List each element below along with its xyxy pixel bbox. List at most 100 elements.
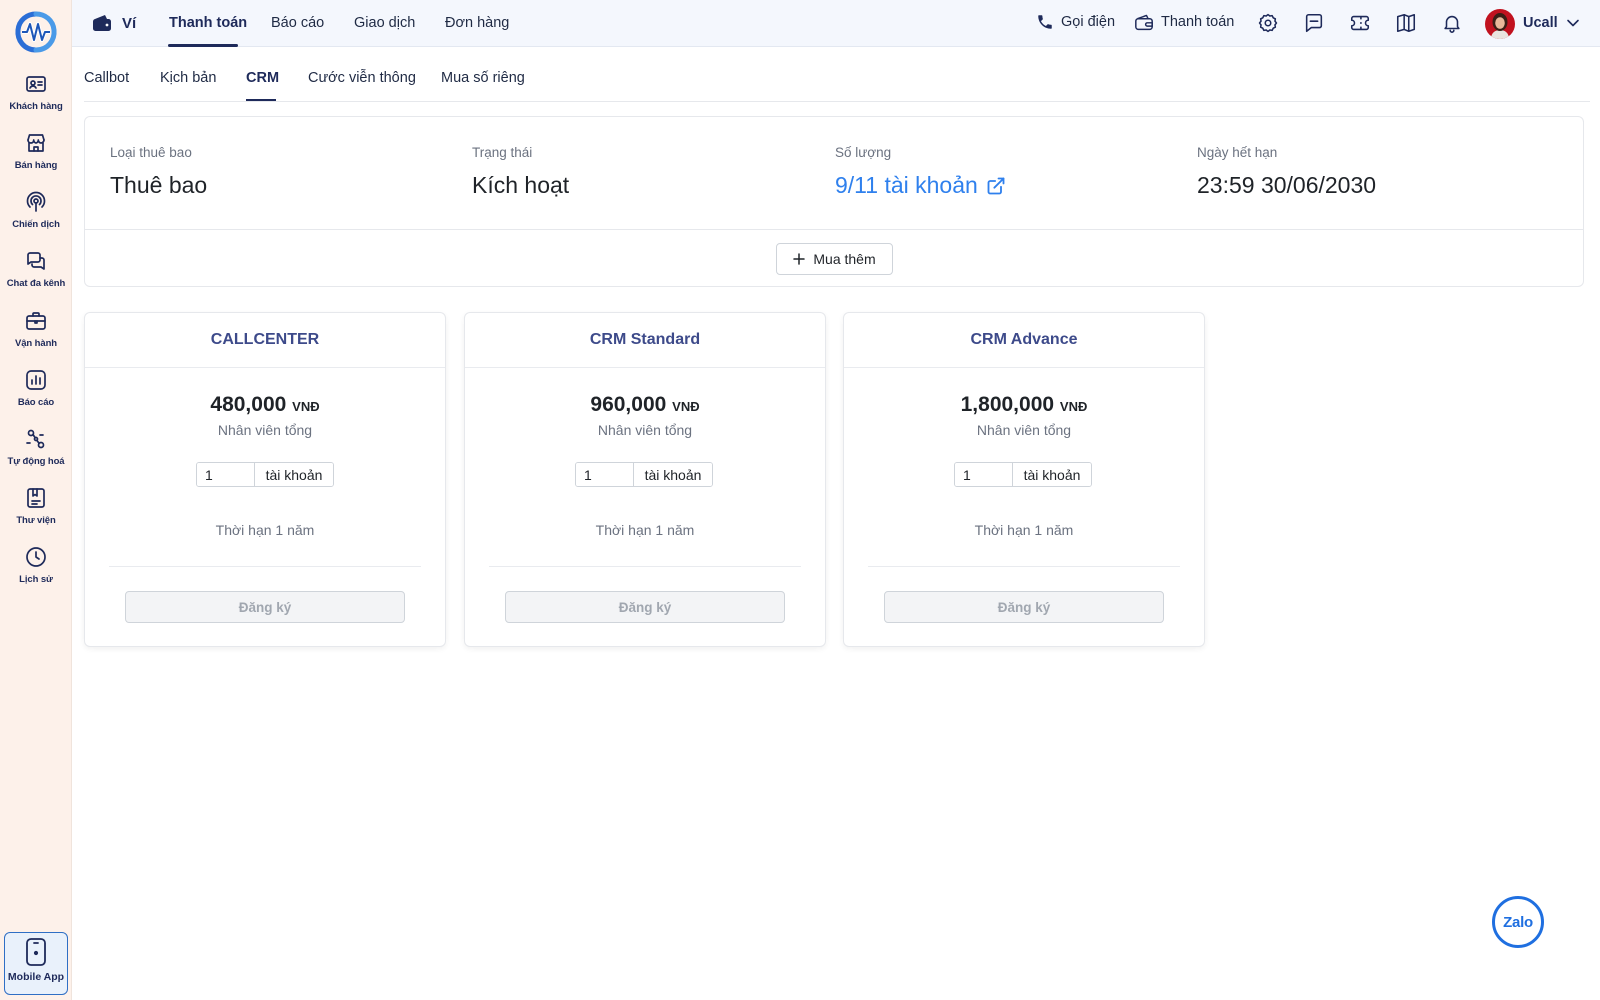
tab-callbot[interactable]: Callbot	[84, 70, 129, 86]
subscription-status-value: Kích hoạt	[472, 172, 570, 198]
active-subtab-indicator	[246, 99, 276, 101]
mobile-phone-icon	[26, 938, 46, 966]
sidebar-item-label: Chiến dịch	[12, 219, 60, 230]
plan-card-callcenter: CALLCENTER 480,000 VNĐ Nhân viên tổng tà…	[84, 312, 446, 647]
subscription-quantity-link[interactable]: 9/11 tài khoản	[835, 172, 1006, 199]
plan-term: Thời hạn 1 năm	[595, 522, 695, 538]
chat-bubbles-icon	[27, 252, 45, 270]
user-name[interactable]: Ucall	[1523, 15, 1558, 31]
register-button[interactable]: Đăng ký	[505, 591, 785, 623]
plan-title: CRM Standard	[589, 331, 701, 348]
divider	[85, 229, 1583, 230]
divider	[844, 367, 1204, 368]
subscription-expiry-label: Ngày hết hạn	[1197, 145, 1278, 160]
broadcast-icon	[26, 191, 46, 212]
plus-icon	[793, 253, 806, 265]
payment-button[interactable]: Thanh toán	[1134, 13, 1234, 31]
tab-giao-dich[interactable]: Giao dịch	[354, 15, 415, 31]
message-icon[interactable]	[1303, 12, 1325, 34]
plan-unit: Nhân viên tổng	[217, 422, 313, 438]
sidebar-item-chien-dich[interactable]: Chiến dịch	[0, 190, 72, 246]
plan-card-crm-standard: CRM Standard 960,000 VNĐ Nhân viên tổng …	[464, 312, 826, 647]
payment-label: Thanh toán	[1161, 14, 1235, 30]
sidebar-item-ban-hang[interactable]: Bán hàng	[0, 131, 72, 187]
plan-price-currency: VNĐ	[672, 399, 700, 414]
tab-thanh-toan[interactable]: Thanh toán	[169, 15, 247, 31]
plan-quantity-input[interactable]	[955, 463, 1013, 486]
briefcase-icon	[26, 312, 46, 330]
mobile-app-button[interactable]: Mobile App	[4, 932, 68, 995]
buy-more-label: Mua thêm	[813, 251, 876, 267]
sidebar-item-thu-vien[interactable]: Thư viện	[0, 486, 72, 542]
tab-crm[interactable]: CRM	[246, 70, 279, 86]
divider	[465, 367, 825, 368]
top-bar: Ví Thanh toán Báo cáo Giao dịch Đơn hàng…	[72, 0, 1600, 47]
plan-term: Thời hạn 1 năm	[974, 522, 1074, 538]
active-tab-indicator	[168, 44, 238, 47]
plan-price-currency: VNĐ	[1059, 399, 1088, 414]
book-icon[interactable]	[1395, 12, 1417, 34]
plan-price-amount: 480,000	[210, 393, 287, 416]
zalo-label: Zalo	[1503, 913, 1533, 931]
plan-quantity-unit: tài khoản	[255, 463, 333, 486]
sidebar-item-lich-su[interactable]: Lịch sử	[0, 545, 72, 601]
register-button[interactable]: Đăng ký	[125, 591, 405, 623]
subscription-quantity: Số lượng 9/11 tài khoản	[835, 145, 1006, 199]
divider	[85, 367, 445, 368]
call-button[interactable]: Gọi điện	[1036, 13, 1115, 31]
plan-title: CRM Advance	[970, 331, 1078, 348]
sidebar-item-label: Lịch sử	[19, 574, 53, 585]
sidebar-item-khach-hang[interactable]: Khách hàng	[0, 72, 72, 128]
divider	[868, 566, 1180, 567]
external-link-icon	[987, 177, 1005, 194]
subscription-type: Loại thuê bao Thuê bao	[110, 145, 207, 199]
wallet-label: Ví	[122, 14, 137, 32]
sidebar-item-van-hanh[interactable]: Vận hành	[0, 309, 72, 365]
tab-cuoc-vien-thong[interactable]: Cước viễn thông	[308, 70, 416, 86]
gear-icon[interactable]	[1257, 12, 1279, 34]
plan-quantity-input[interactable]	[576, 463, 634, 486]
sidebar-item-label: Bán hàng	[14, 160, 58, 171]
plan-price-currency: VNĐ	[292, 399, 320, 414]
sidebar-item-bao-cao[interactable]: Báo cáo	[0, 368, 72, 424]
plan-quantity-input[interactable]	[197, 463, 255, 486]
tab-bao-cao[interactable]: Báo cáo	[271, 15, 324, 31]
wallet-icon	[93, 15, 111, 31]
buy-more-button[interactable]: Mua thêm	[776, 243, 893, 275]
register-button[interactable]: Đăng ký	[884, 591, 1164, 623]
subscription-expiry-value: 23:59 30/06/2030	[1197, 172, 1377, 198]
plan-quantity-group: tài khoản	[575, 462, 713, 487]
mobile-app-label: Mobile App	[7, 971, 65, 983]
plan-card-crm-advance: CRM Advance 1,800,000 VNĐ Nhân viên tổng…	[843, 312, 1205, 647]
bookmark-icon	[27, 488, 45, 508]
tab-don-hang[interactable]: Đơn hàng	[445, 15, 509, 31]
divider	[109, 566, 421, 567]
wallet-outline-icon	[1135, 14, 1153, 31]
sidebar-item-label: Vận hành	[15, 338, 57, 349]
wallet-button[interactable]: Ví	[92, 14, 136, 32]
subscription-type-label: Loại thuê bao	[110, 145, 192, 160]
zalo-chat-button[interactable]: Zalo	[1492, 896, 1544, 948]
plan-term: Thời hạn 1 năm	[215, 522, 315, 538]
tab-mua-so-rieng[interactable]: Mua số riêng	[441, 70, 525, 86]
subscription-type-value: Thuê bao	[110, 172, 208, 198]
sidebar-item-label: Khách hàng	[9, 101, 63, 112]
subscription-quantity-value: 9/11 tài khoản	[835, 172, 978, 198]
avatar[interactable]	[1485, 9, 1515, 39]
subscription-expiry: Ngày hết hạn 23:59 30/06/2030	[1197, 145, 1376, 199]
crm-sub-tabs: Callbot Kịch bản CRM Cước viễn thông Mua…	[84, 48, 1590, 102]
sidebar-item-tu-dong-hoa[interactable]: Tự động hoá	[0, 427, 72, 483]
sidebar-item-chat-da-kenh[interactable]: Chat đa kênh	[0, 249, 72, 305]
workflow-icon	[26, 429, 45, 449]
plan-price: 1,800,000 VNĐ	[844, 393, 1204, 417]
ticket-icon[interactable]	[1349, 12, 1371, 34]
bar-chart-icon	[26, 370, 46, 390]
bell-icon[interactable]	[1441, 12, 1463, 34]
phone-icon	[1038, 15, 1052, 29]
clock-icon	[26, 547, 46, 567]
tab-kich-ban[interactable]: Kịch bản	[160, 70, 216, 86]
chevron-down-icon[interactable]	[1566, 16, 1580, 30]
ucall-logo-icon[interactable]	[13, 10, 59, 54]
plan-unit: Nhân viên tổng	[976, 422, 1072, 438]
plan-quantity-group: tài khoản	[196, 462, 334, 487]
